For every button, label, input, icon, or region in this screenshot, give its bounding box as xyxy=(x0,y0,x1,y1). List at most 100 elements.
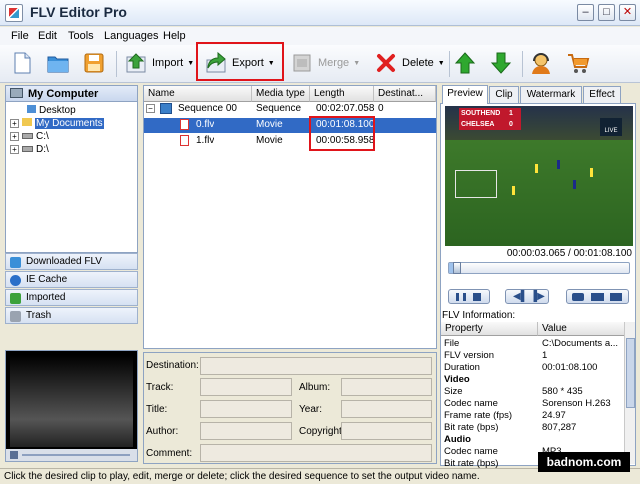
export-highlight xyxy=(196,42,284,81)
info-value: 580 * 435 xyxy=(542,386,583,397)
tab-preview[interactable]: Preview xyxy=(442,85,488,104)
score2: 0 xyxy=(509,121,513,128)
step-forward-icon[interactable]: ▐▶ xyxy=(530,291,545,302)
album-label: Album: xyxy=(299,382,331,393)
merge-button[interactable]: Merge ▼ xyxy=(290,48,360,78)
info-value: C:\Documents a... xyxy=(542,338,619,349)
seek-bar[interactable] xyxy=(448,262,630,274)
chevron-down-icon: ▼ xyxy=(353,59,361,67)
move-up-button[interactable] xyxy=(453,48,477,78)
arrow-down-icon xyxy=(489,51,513,75)
comment-label: Comment: xyxy=(146,448,193,459)
step-back-icon[interactable]: ◀▌ xyxy=(513,291,528,302)
row-name: 0.flv xyxy=(196,119,215,130)
nav-label: Trash xyxy=(26,310,52,321)
nav-label: IE Cache xyxy=(26,274,68,285)
capture-controls[interactable] xyxy=(566,289,629,304)
tab-watermark[interactable]: Watermark xyxy=(520,86,582,103)
new-button[interactable] xyxy=(10,48,34,78)
info-row: Duration 00:01:08.100 xyxy=(441,362,625,374)
column-name[interactable]: Name xyxy=(144,86,252,102)
mini-player-controls[interactable] xyxy=(6,449,137,461)
maximize-button[interactable]: □ xyxy=(598,4,615,21)
seek-handle[interactable] xyxy=(453,262,462,274)
video-preview[interactable]: SOUTHEND 1 CHELSEA 0 LIVE xyxy=(445,106,633,246)
expand-icon[interactable]: + xyxy=(10,131,19,141)
close-button[interactable]: ✕ xyxy=(619,4,636,21)
snapshot-icon[interactable] xyxy=(610,293,622,301)
info-value: 807,287 xyxy=(542,422,577,433)
column-property[interactable]: Property xyxy=(441,322,538,336)
play-pause-controls[interactable] xyxy=(448,289,490,304)
title-field[interactable] xyxy=(200,400,292,418)
info-value: 1 xyxy=(542,350,548,361)
expand-icon[interactable]: + xyxy=(10,144,19,154)
frame-step-controls[interactable]: ◀▌ ▐▶ xyxy=(505,289,549,304)
live-badge: LIVE xyxy=(600,118,622,136)
menu-edit[interactable]: Edit xyxy=(38,30,57,42)
tree-header: My Computer xyxy=(5,85,138,102)
stop-icon[interactable] xyxy=(473,293,481,301)
collapse-icon[interactable]: − xyxy=(146,102,158,117)
tab-effect[interactable]: Effect xyxy=(583,86,621,103)
delete-label: Delete xyxy=(402,57,434,69)
tree-item-desktop[interactable]: Desktop xyxy=(27,105,76,118)
info-property: Bit rate (bps) xyxy=(444,422,499,433)
author-label: Author: xyxy=(146,426,179,437)
author-field[interactable] xyxy=(200,422,292,440)
column-destination[interactable]: Destinat... xyxy=(374,86,436,102)
mini-seek-bar[interactable] xyxy=(22,454,130,456)
album-field[interactable] xyxy=(341,378,432,396)
nav-imported[interactable]: Imported xyxy=(5,289,138,306)
buy-button[interactable] xyxy=(566,48,590,78)
row-type: Movie xyxy=(256,119,283,130)
info-group-header: Video xyxy=(441,374,625,386)
tree-item-c-drive[interactable]: + C:\ xyxy=(10,131,49,144)
tree-item-my-documents[interactable]: + My Documents xyxy=(10,118,104,131)
track-field[interactable] xyxy=(200,378,292,396)
delete-button[interactable]: Delete ▼ xyxy=(374,48,445,78)
flv-file-icon xyxy=(180,135,189,146)
copyright-field[interactable] xyxy=(341,422,432,440)
menu-tools[interactable]: Tools xyxy=(68,30,94,42)
watermark-logo: badnom.com xyxy=(538,452,630,472)
column-value[interactable]: Value xyxy=(538,322,625,336)
comment-field[interactable] xyxy=(200,444,432,462)
nav-ie-cache[interactable]: IE Cache xyxy=(5,271,138,288)
nav-downloaded-flv[interactable]: Downloaded FLV xyxy=(5,253,138,270)
expand-icon[interactable]: + xyxy=(10,118,19,128)
download-icon xyxy=(10,257,21,268)
save-button[interactable] xyxy=(82,48,106,78)
column-media-type[interactable]: Media type xyxy=(252,86,310,102)
play-icon[interactable] xyxy=(10,451,18,459)
import-label: Import xyxy=(152,57,184,69)
player xyxy=(535,164,538,173)
open-button[interactable] xyxy=(46,48,70,78)
menu-help[interactable]: Help xyxy=(163,30,186,42)
pause-icon[interactable] xyxy=(456,293,466,301)
scrollbar-thumb[interactable] xyxy=(626,338,635,408)
column-length[interactable]: Length xyxy=(310,86,374,102)
move-down-button[interactable] xyxy=(489,48,513,78)
row-type: Sequence xyxy=(256,103,302,114)
folder-icon[interactable] xyxy=(591,293,604,301)
tab-clip[interactable]: Clip xyxy=(489,86,519,103)
info-value: Sorenson H.263 xyxy=(542,398,611,409)
info-row: Bit rate (bps) 807,287 xyxy=(441,422,625,434)
info-scrollbar[interactable] xyxy=(624,322,635,464)
camera-icon[interactable] xyxy=(572,293,584,301)
destination-field[interactable] xyxy=(200,357,432,375)
menu-languages[interactable]: Languages xyxy=(104,30,158,42)
tree-item-d-drive[interactable]: + D:\ xyxy=(10,144,49,157)
tree-header-label: My Computer xyxy=(28,88,99,100)
menu-file[interactable]: File xyxy=(11,30,29,42)
toolbar: Import ▼ Export ▼ Merge ▼ Delete ▼ xyxy=(0,42,640,83)
nav-trash[interactable]: Trash xyxy=(5,307,138,324)
row-name: 1.flv xyxy=(196,135,215,146)
shopping-cart-icon xyxy=(566,51,590,75)
mini-player-screen xyxy=(10,355,133,447)
year-field[interactable] xyxy=(341,400,432,418)
support-button[interactable] xyxy=(529,48,553,78)
import-button[interactable]: Import ▼ xyxy=(124,48,194,78)
minimize-button[interactable]: – xyxy=(577,4,594,21)
